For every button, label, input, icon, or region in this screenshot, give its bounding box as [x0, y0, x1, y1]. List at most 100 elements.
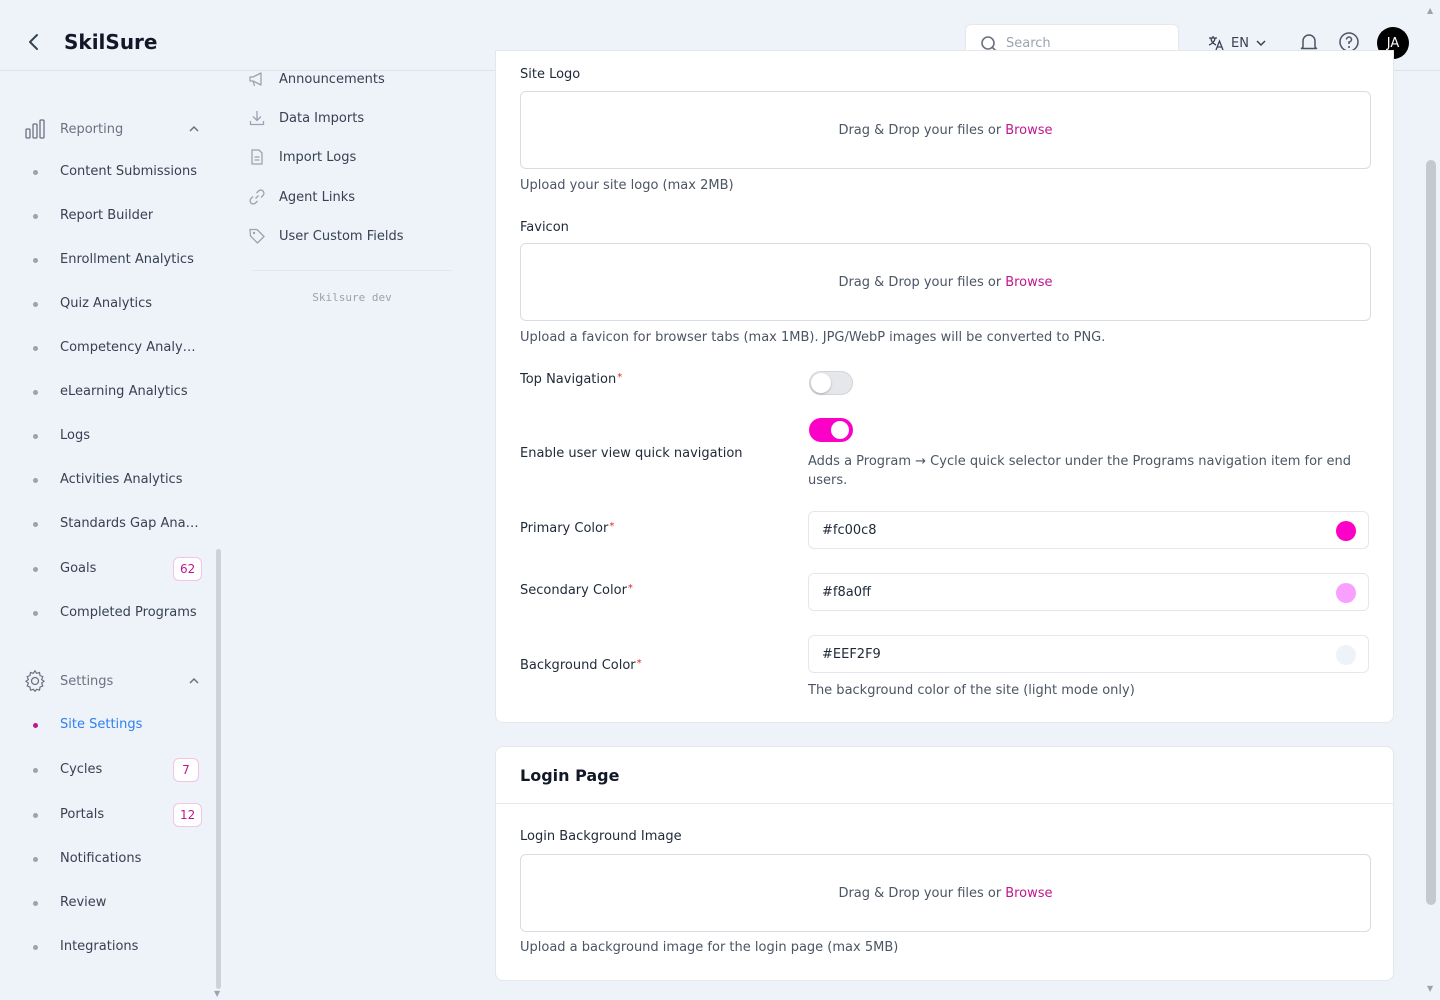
download-icon — [249, 111, 265, 126]
scroll-down-arrow-icon[interactable]: ▼ — [1427, 984, 1433, 993]
sidebar: Reporting Content Submissions Report Bui… — [0, 71, 226, 1000]
count-badge: 12 — [173, 803, 203, 827]
reporting-section-label: Reporting — [60, 121, 124, 137]
sidebar-item-label: Enrollment Analytics — [60, 252, 194, 267]
dropzone-text: Drag & Drop your files or — [838, 885, 1002, 901]
settings-section-label: Settings — [60, 673, 114, 689]
primary-color-input[interactable] — [822, 512, 1302, 548]
dropzone-text: Drag & Drop your files or — [838, 122, 1002, 138]
primary-color-label: Primary Color* — [520, 521, 614, 536]
sidebar-item-enrollment-analytics[interactable]: Enrollment Analytics — [24, 247, 204, 273]
sidebar-item-label: Competency Analytics — [60, 340, 200, 355]
card-divider — [496, 803, 1393, 804]
submenu-item-data-imports[interactable]: Data Imports — [248, 107, 364, 129]
submenu-item-label: Agent Links — [279, 189, 356, 205]
required-marker: * — [636, 658, 642, 669]
site-logo-help: Upload your site logo (max 2MB) — [520, 178, 734, 193]
sidebar-item-elearning-analytics[interactable]: eLearning Analytics — [24, 379, 204, 405]
brand-logo[interactable]: SkilSure — [64, 30, 158, 54]
secondary-color-label: Secondary Color* — [520, 583, 633, 598]
scroll-down-arrow-icon[interactable]: ▼ — [214, 989, 220, 998]
sidebar-item-label: Integrations — [60, 939, 139, 954]
top-navigation-label-text: Top Navigation — [520, 372, 617, 387]
count-badge: 62 — [173, 557, 203, 581]
bullet-dot — [33, 390, 38, 395]
site-settings-card: Site Logo Drag & Drop your files or Brow… — [495, 50, 1394, 723]
favicon-dropzone[interactable]: Drag & Drop your files or Browse — [520, 243, 1371, 321]
background-color-label-text: Background Color — [520, 658, 636, 673]
sidebar-item-label: Review — [60, 895, 107, 910]
environment-label: Skilsure dev — [312, 291, 392, 304]
secondary-color-swatch[interactable] — [1336, 583, 1356, 603]
sidebar-item-competency-analytics[interactable]: Competency Analytics — [24, 335, 204, 361]
background-color-label: Background Color* — [520, 658, 642, 673]
login-page-title: Login Page — [520, 766, 620, 785]
page-scrollbar[interactable] — [1426, 160, 1436, 905]
sidebar-item-label: Quiz Analytics — [60, 296, 153, 311]
sidebar-item-portals[interactable]: Portals 12 — [24, 802, 204, 828]
sidebar-item-label: Standards Gap Analysis — [60, 516, 200, 531]
chevron-down-icon — [1256, 40, 1266, 47]
secondary-color-field[interactable] — [808, 573, 1369, 611]
sidebar-item-notifications[interactable]: Notifications — [24, 846, 204, 872]
browse-link[interactable]: Browse — [1005, 886, 1052, 901]
primary-color-label-text: Primary Color — [520, 521, 609, 536]
primary-color-field[interactable] — [808, 511, 1369, 549]
bullet-dot — [33, 945, 38, 950]
background-color-field[interactable] — [808, 635, 1369, 673]
sidebar-scrollbar[interactable] — [216, 549, 221, 989]
sidebar-item-label: Activities Analytics — [60, 472, 183, 487]
sidebar-item-label: Report Builder — [60, 208, 154, 223]
bullet-dot — [33, 522, 38, 527]
quick-navigation-toggle[interactable] — [809, 418, 853, 442]
bullet-dot — [33, 611, 38, 616]
sidebar-item-standards-gap-analysis[interactable]: Standards Gap Analysis — [24, 511, 204, 537]
background-color-swatch[interactable] — [1336, 645, 1356, 665]
quick-navigation-help-line1: Adds a Program → Cycle quick selector un… — [808, 454, 1351, 469]
top-navigation-toggle[interactable] — [809, 371, 853, 395]
login-background-help: Upload a background image for the login … — [520, 940, 899, 955]
browse-link[interactable]: Browse — [1005, 275, 1052, 290]
reporting-section-header[interactable]: Reporting — [24, 117, 204, 141]
submenu-item-announcements[interactable]: Announcements — [248, 68, 385, 90]
document-icon — [251, 149, 263, 165]
toggle-knob — [811, 373, 831, 393]
required-marker: * — [627, 583, 633, 594]
sidebar-item-cycles[interactable]: Cycles 7 — [24, 757, 204, 783]
login-background-dropzone[interactable]: Drag & Drop your files or Browse — [520, 854, 1371, 932]
background-color-input[interactable] — [822, 636, 1302, 672]
quick-navigation-help-line2: users. — [808, 473, 848, 488]
sidebar-item-content-submissions[interactable]: Content Submissions — [24, 159, 204, 185]
submenu-item-label: User Custom Fields — [279, 228, 404, 244]
sidebar-item-completed-programs[interactable]: Completed Programs — [24, 600, 204, 626]
required-marker: * — [609, 521, 615, 532]
language-label: EN — [1231, 35, 1249, 51]
bullet-dot — [33, 901, 38, 906]
sidebar-item-review[interactable]: Review — [24, 890, 204, 916]
sidebar-item-logs[interactable]: Logs — [24, 423, 204, 449]
secondary-color-input[interactable] — [822, 574, 1302, 610]
chevron-up-icon — [189, 125, 199, 132]
bullet-dot — [33, 723, 38, 728]
sidebar-item-label: Notifications — [60, 851, 142, 866]
scroll-up-arrow-icon[interactable]: ▲ — [1427, 6, 1433, 15]
bullet-dot — [33, 567, 38, 572]
settings-section-header[interactable]: Settings — [24, 669, 204, 693]
quick-navigation-help: Adds a Program → Cycle quick selector un… — [808, 452, 1368, 490]
sidebar-item-integrations[interactable]: Integrations — [24, 934, 204, 960]
submenu-item-import-logs[interactable]: Import Logs — [248, 146, 356, 168]
sidebar-item-goals[interactable]: Goals 62 — [24, 556, 204, 582]
sidebar-item-site-settings[interactable]: Site Settings — [24, 712, 204, 738]
submenu-item-user-custom-fields[interactable]: User Custom Fields — [248, 225, 403, 247]
sidebar-item-quiz-analytics[interactable]: Quiz Analytics — [24, 291, 204, 317]
bullet-dot — [33, 346, 38, 351]
sidebar-item-activities-analytics[interactable]: Activities Analytics — [24, 467, 204, 493]
bullet-dot — [33, 857, 38, 862]
submenu-item-agent-links[interactable]: Agent Links — [248, 186, 355, 208]
back-arrow-icon[interactable] — [22, 30, 46, 54]
browse-link[interactable]: Browse — [1005, 123, 1052, 138]
site-logo-dropzone[interactable]: Drag & Drop your files or Browse — [520, 91, 1371, 169]
primary-color-swatch[interactable] — [1336, 521, 1356, 541]
bar-chart-icon — [25, 119, 45, 139]
sidebar-item-report-builder[interactable]: Report Builder — [24, 203, 204, 229]
